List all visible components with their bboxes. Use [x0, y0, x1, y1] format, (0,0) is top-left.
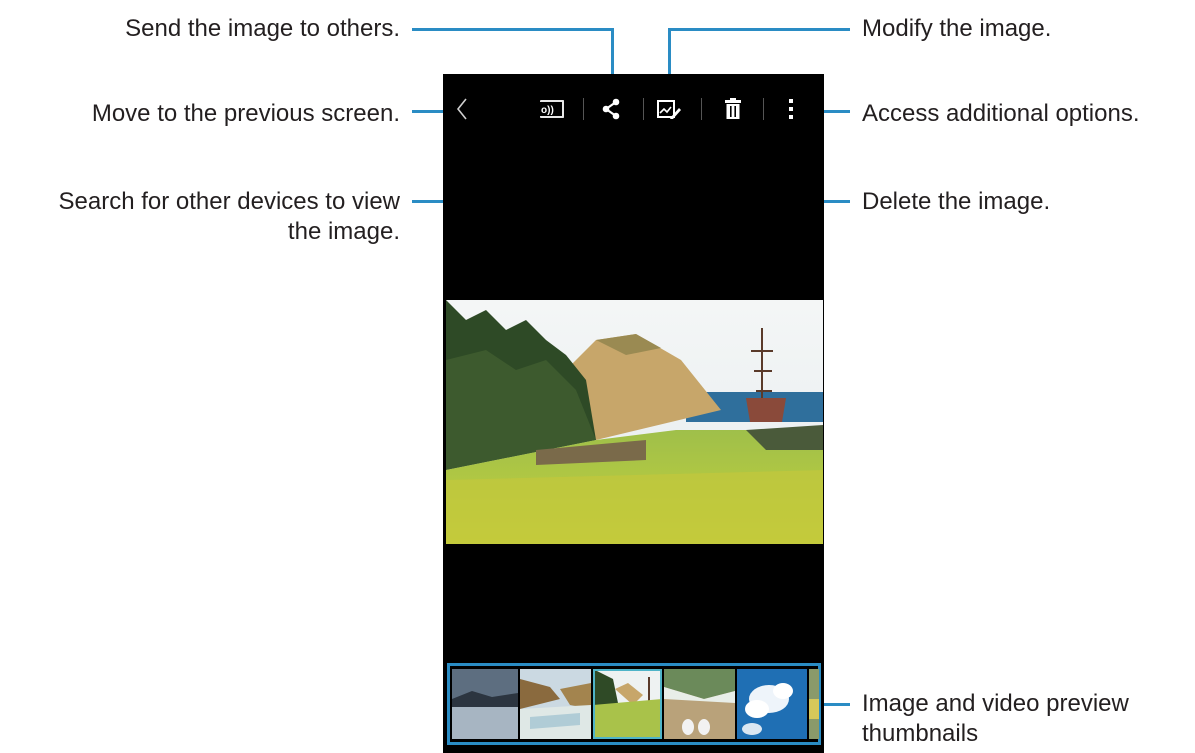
edit-button[interactable] — [656, 94, 682, 124]
callout-search: Search for other devices to view the ima… — [8, 187, 401, 247]
back-icon — [456, 98, 467, 120]
callout-delete: Delete the image. — [862, 188, 1051, 215]
delete-button[interactable] — [722, 94, 744, 124]
share-icon — [602, 98, 620, 120]
callout-previous: Move to the previous screen. — [91, 100, 400, 127]
thumbnail-field-image — [593, 669, 662, 739]
thumbnail-sky-image — [737, 669, 807, 739]
delete-icon — [725, 98, 741, 119]
thumbnail-lake-image — [452, 669, 518, 739]
screen-mirroring-icon: o)) — [540, 100, 564, 118]
back-button[interactable] — [451, 94, 473, 124]
leader-line-send — [412, 28, 614, 31]
callout-search-line1: Search for other devices to view — [58, 188, 401, 215]
edit-icon — [657, 100, 681, 119]
share-button[interactable] — [599, 94, 623, 124]
callout-thumbnails-line1: Image and video preview — [862, 690, 1129, 717]
leader-line-previous — [412, 110, 446, 113]
action-divider — [583, 98, 584, 120]
gallery-screen: o)) — [443, 74, 824, 753]
thumbnail-coast-image — [520, 669, 591, 739]
thumbnail[interactable] — [737, 669, 807, 739]
thumbnail-strip[interactable] — [447, 663, 821, 745]
thumbnail-beach-image — [664, 669, 735, 739]
main-photo[interactable] — [446, 300, 823, 544]
thumbnail-partial-image — [809, 669, 819, 739]
thumbnail-selected[interactable] — [593, 669, 662, 739]
action-divider — [763, 98, 764, 120]
thumbnail[interactable] — [520, 669, 591, 739]
action-bar: o)) — [443, 74, 824, 144]
action-divider — [701, 98, 702, 120]
landscape-image — [446, 300, 823, 544]
screen-mirroring-button[interactable]: o)) — [537, 94, 567, 124]
leader-line-thumbnails — [824, 703, 850, 706]
action-divider — [643, 98, 644, 120]
more-options-icon — [789, 99, 793, 119]
callout-thumbnails-line2: thumbnails — [862, 720, 979, 747]
callout-thumbnails: Image and video preview thumbnails — [862, 689, 1129, 749]
callout-search-line2: the image. — [287, 218, 400, 245]
thumbnail-partial[interactable] — [809, 669, 819, 739]
leader-line-modify — [668, 28, 850, 31]
callout-options: Access additional options. — [862, 100, 1140, 127]
thumbnail[interactable] — [664, 669, 735, 739]
more-options-button[interactable] — [783, 94, 799, 124]
callout-send: Send the image to others. — [125, 15, 400, 42]
thumbnail[interactable] — [452, 669, 518, 739]
callout-modify: Modify the image. — [862, 15, 1052, 42]
